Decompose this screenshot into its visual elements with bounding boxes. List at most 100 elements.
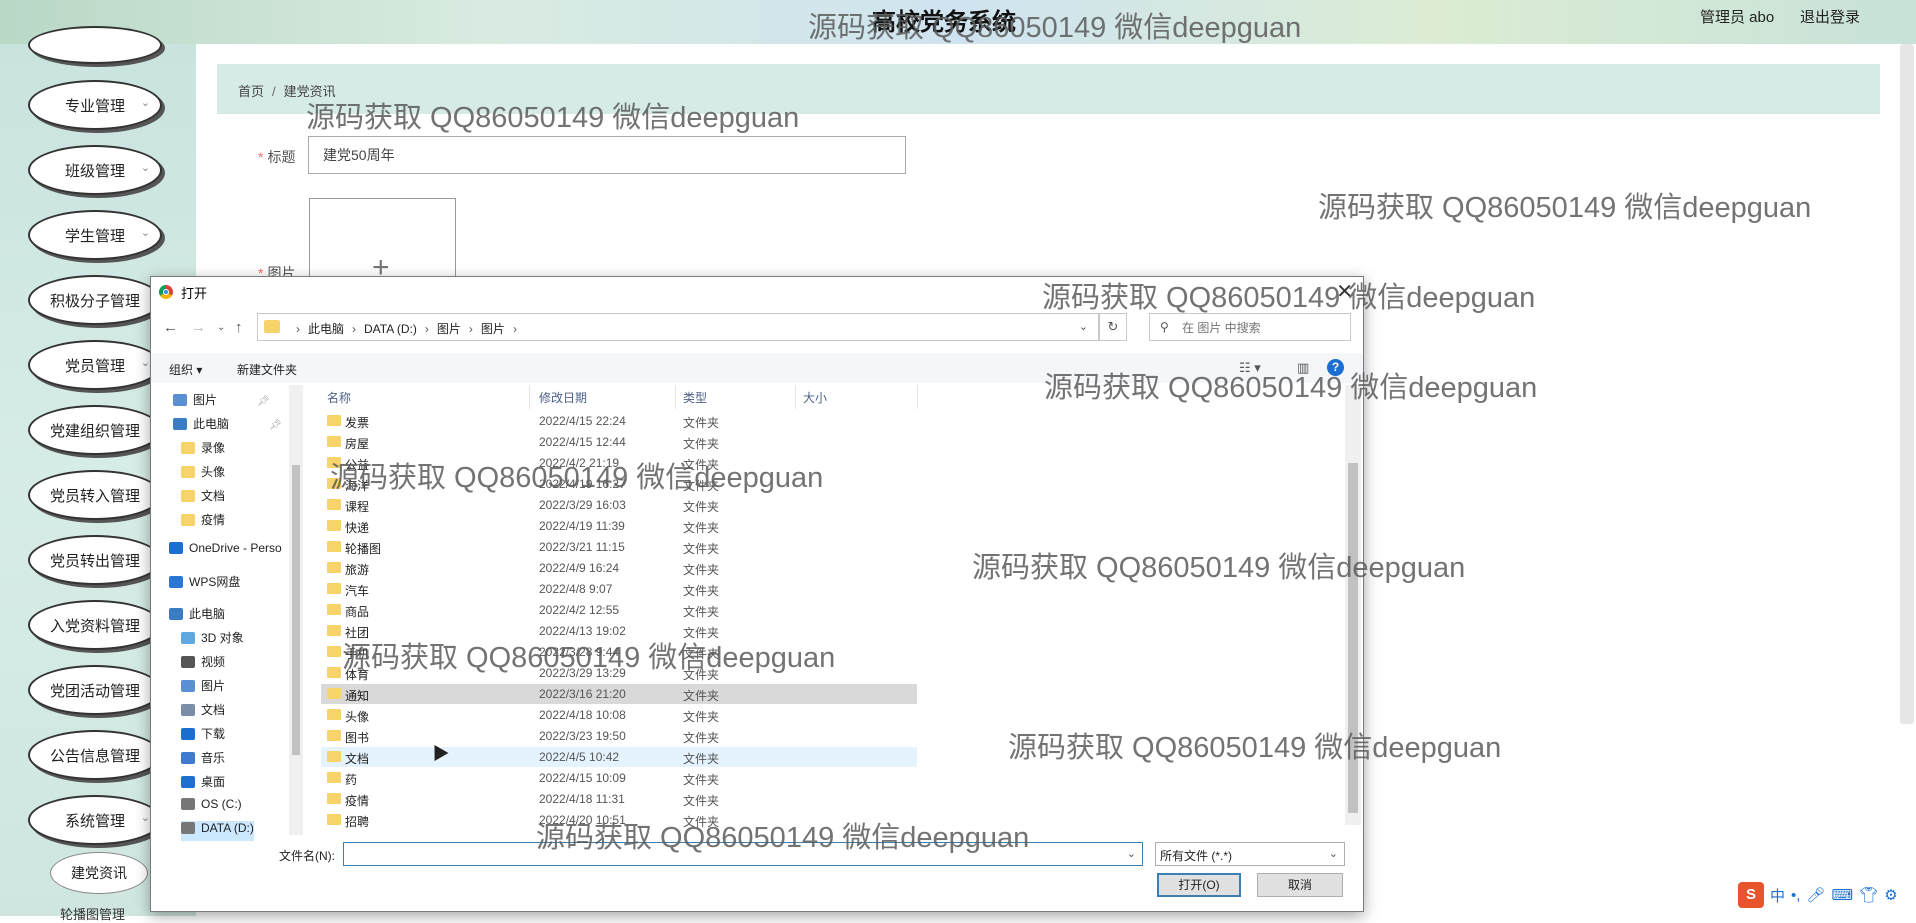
help-icon[interactable]: ? xyxy=(1327,359,1344,376)
file-row[interactable]: 公益 2022/4/2 21:19 文件夹 xyxy=(321,453,917,473)
refresh-icon[interactable]: ↻ xyxy=(1099,313,1127,341)
path-segment[interactable]: DATA (D:) xyxy=(364,322,417,336)
submenu-item-party-news[interactable]: 建党资讯 xyxy=(50,852,148,894)
preview-pane-icon[interactable]: ▥ xyxy=(1297,360,1309,376)
sidebar-item[interactable]: 系统管理 ⌄ xyxy=(28,795,162,845)
recent-dropdown-icon[interactable]: ⌄ xyxy=(217,322,225,333)
nav-item[interactable]: 3D 对象 xyxy=(181,629,244,649)
nav-item[interactable]: 图片 📌︎ xyxy=(173,391,270,411)
path-segment[interactable]: 图片 xyxy=(437,322,461,336)
nav-item[interactable]: 下载 xyxy=(181,725,225,745)
nav-item[interactable]: OneDrive - Perso xyxy=(169,541,282,561)
submenu-item-carousel[interactable]: 轮播图管理 xyxy=(60,904,125,923)
nav-item[interactable]: OS (C:) xyxy=(181,797,242,817)
punctuation-icon[interactable]: •, xyxy=(1791,887,1800,904)
nav-item[interactable]: 音乐 xyxy=(181,749,225,769)
column-name[interactable]: 名称 xyxy=(327,389,351,406)
up-icon[interactable]: ↑ xyxy=(235,319,243,336)
nav-item[interactable]: 录像 xyxy=(181,439,225,459)
sidebar-item[interactable]: 专业管理 ⌄ xyxy=(28,80,162,130)
forward-icon[interactable]: → xyxy=(191,319,206,336)
nav-item[interactable]: 图片 xyxy=(181,677,225,697)
sidebar-item[interactable]: 党团活动管理 xyxy=(28,665,162,715)
nav-item[interactable]: 此电脑 📌︎ xyxy=(173,415,282,435)
file-row[interactable]: 文档 2022/4/5 10:42 文件夹 xyxy=(321,747,917,767)
file-row[interactable]: 汽车 2022/4/8 9:07 文件夹 xyxy=(321,579,917,599)
sidebar-item[interactable]: 积极分子管理 xyxy=(28,275,162,325)
file-row[interactable]: 课程 2022/3/29 16:03 文件夹 xyxy=(321,495,917,515)
files-scrollbar[interactable] xyxy=(1345,385,1361,825)
nav-item[interactable]: 疫情 xyxy=(181,511,225,531)
view-options-icon[interactable]: ☷ ▾ xyxy=(1239,360,1261,376)
sidebar-item-label: 专业管理 xyxy=(64,97,125,115)
back-icon[interactable]: ← xyxy=(163,319,178,336)
file-row[interactable]: 图书 2022/3/23 19:50 文件夹 xyxy=(321,726,917,746)
sidebar-item[interactable]: 公告信息管理 xyxy=(28,730,162,780)
folder-icon xyxy=(327,772,341,783)
search-box[interactable]: ⚲ xyxy=(1149,313,1351,341)
file-row[interactable]: 轮播图 2022/3/21 11:15 文件夹 xyxy=(321,537,917,557)
sidebar-item[interactable]: 学生管理 ⌄ xyxy=(28,210,162,260)
microphone-icon[interactable]: 🎤︎ xyxy=(1806,886,1825,904)
filetype-select[interactable]: 所有文件 (*.*) ⌄ xyxy=(1155,842,1345,866)
logout-link[interactable]: 退出登录 xyxy=(1800,6,1860,27)
file-row[interactable]: 招聘 2022/4/20 10:51 文件夹 xyxy=(321,810,917,830)
file-row[interactable]: 头像 2022/4/18 10:08 文件夹 xyxy=(321,705,917,725)
file-row[interactable]: 商品 2022/4/2 12:55 文件夹 xyxy=(321,600,917,620)
open-button[interactable]: 打开(O) xyxy=(1157,873,1241,897)
sidebar-item[interactable]: 党员管理 ⌄ xyxy=(28,340,162,390)
file-row[interactable]: 疫情 2022/4/18 11:31 文件夹 xyxy=(321,789,917,809)
file-row[interactable]: 通知 2022/3/16 21:20 文件夹 xyxy=(321,684,917,704)
app-title: 高校党务系统 xyxy=(872,9,1016,36)
nav-scrollbar[interactable] xyxy=(289,385,303,835)
file-row[interactable]: 旅游 2022/4/9 16:24 文件夹 xyxy=(321,558,917,578)
skin-icon[interactable]: 👕︎ xyxy=(1859,886,1878,904)
address-bar[interactable]: › 此电脑 › DATA (D:) › 图片 › 图片 › ⌄ xyxy=(257,313,1099,341)
address-dropdown-icon[interactable]: ⌄ xyxy=(1079,320,1088,333)
nav-item[interactable]: 文档 xyxy=(181,487,225,507)
nav-item[interactable]: 文档 xyxy=(181,701,225,721)
sogou-icon[interactable]: S xyxy=(1738,882,1764,908)
nav-item[interactable]: WPS网盘 xyxy=(169,573,240,593)
search-input[interactable] xyxy=(1180,318,1344,338)
file-row[interactable]: 快递 2022/4/19 11:39 文件夹 xyxy=(321,516,917,536)
sidebar-item[interactable]: 党员转入管理 xyxy=(28,470,162,520)
chevron-down-icon: ⌄ xyxy=(140,227,150,239)
nav-item[interactable]: DATA (D:) xyxy=(181,821,254,841)
path-segment[interactable]: 此电脑 xyxy=(308,322,344,336)
nav-item[interactable]: 头像 xyxy=(181,463,225,483)
sidebar-item[interactable]: 班级管理 ⌄ xyxy=(28,145,162,195)
breadcrumb-home[interactable]: 首页 xyxy=(238,84,264,99)
wps-cloud-icon xyxy=(169,576,183,588)
sidebar-item-partial[interactable] xyxy=(28,26,162,64)
path-segment[interactable]: 图片 xyxy=(481,322,505,336)
file-row[interactable]: 发票 2022/4/15 22:24 文件夹 xyxy=(321,411,917,431)
sidebar-item[interactable]: 党建组织管理 xyxy=(28,405,162,455)
file-row[interactable]: 药 2022/4/15 10:09 文件夹 xyxy=(321,768,917,788)
nav-item[interactable]: 视频 xyxy=(181,653,225,673)
toolbox-icon[interactable]: ⚙ xyxy=(1884,886,1897,904)
column-size[interactable]: 大小 xyxy=(803,389,827,406)
file-row[interactable]: 海洋 2022/4/19 16:27 文件夹 xyxy=(321,474,917,494)
close-icon[interactable]: ✕ xyxy=(1336,279,1353,304)
ime-language[interactable]: 中 xyxy=(1770,885,1785,906)
nav-item[interactable]: 桌面 xyxy=(181,773,225,793)
page-scrollbar[interactable] xyxy=(1900,44,1914,724)
filename-dropdown-icon[interactable]: ⌄ xyxy=(1127,847,1136,860)
new-folder-button[interactable]: 新建文件夹 xyxy=(237,361,297,378)
filename-input[interactable]: ⌄ xyxy=(343,842,1143,866)
file-row[interactable]: 体育 2022/3/29 13:29 文件夹 xyxy=(321,663,917,683)
sidebar-item[interactable]: 入党资料管理 xyxy=(28,600,162,650)
organize-button[interactable]: 组织 ▾ xyxy=(169,361,202,378)
column-date[interactable]: 修改日期 xyxy=(539,389,587,406)
sidebar-item[interactable]: 党员转出管理 xyxy=(28,535,162,585)
user-label: 管理员 abo xyxy=(1700,9,1775,26)
file-row[interactable]: 社团 2022/4/13 19:02 文件夹 xyxy=(321,621,917,641)
cancel-button[interactable]: 取消 xyxy=(1257,873,1343,897)
nav-item[interactable]: 此电脑 xyxy=(169,605,225,625)
title-input[interactable]: 建党50周年 xyxy=(308,136,906,174)
file-row[interactable]: 手机 2022/3/28 9:44 文件夹 xyxy=(321,642,917,662)
column-type[interactable]: 类型 xyxy=(683,389,707,406)
file-row[interactable]: 房屋 2022/4/15 12:44 文件夹 xyxy=(321,432,917,452)
keyboard-icon[interactable]: ⌨ xyxy=(1831,886,1853,904)
